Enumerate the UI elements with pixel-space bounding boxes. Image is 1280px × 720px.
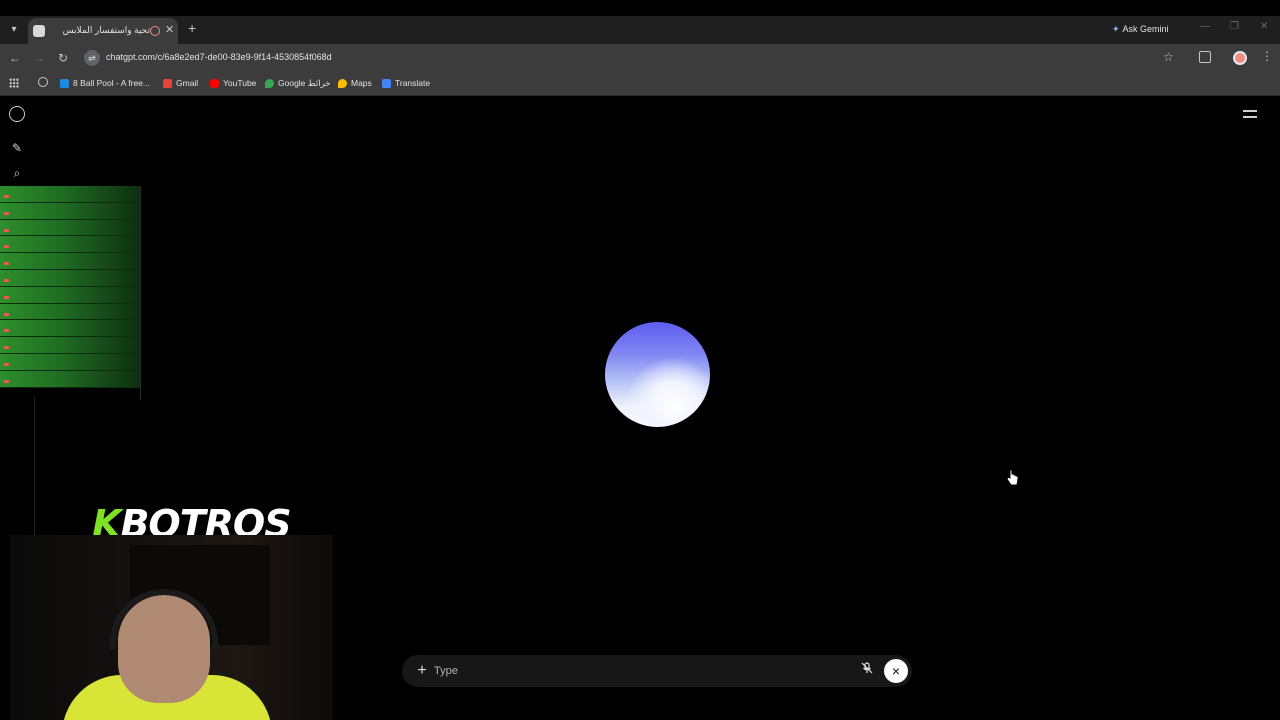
8ball-icon [60, 78, 69, 88]
sidebar-divider [34, 397, 35, 537]
tab-close-icon[interactable]: ✕ [165, 24, 174, 37]
list-item[interactable] [0, 186, 140, 203]
voice-orb [605, 322, 710, 427]
bookmark-google-maps-ar[interactable]: Google خرائط [265, 78, 331, 89]
gemini-sparkle-icon: ✦ [1112, 24, 1120, 34]
tab-recording-icon[interactable] [150, 26, 160, 36]
globe-icon [38, 77, 48, 87]
forward-icon[interactable]: → [31, 50, 47, 66]
list-item[interactable] [0, 269, 140, 287]
translate-icon [382, 78, 391, 88]
bookmark-8ball[interactable]: 8 Ball Pool - A free... [60, 78, 150, 88]
end-voice-button[interactable]: × [884, 659, 908, 683]
voice-composer: + × [402, 655, 912, 687]
list-item[interactable] [0, 219, 140, 237]
list-item[interactable] [0, 303, 140, 321]
all-bookmarks-icon[interactable] [38, 77, 52, 87]
bookmark-youtube[interactable]: YouTube [210, 78, 256, 88]
url-text[interactable]: chatgpt.com/c/6a8e2ed7-de00-83e9-9f14-45… [106, 52, 332, 62]
bookmark-label: Gmail [176, 78, 199, 88]
list-item[interactable] [0, 320, 140, 338]
tab-search-icon[interactable]: ▾ [6, 22, 22, 38]
chatgpt-logo-icon[interactable] [9, 106, 25, 122]
extensions-icon[interactable] [1199, 51, 1211, 63]
chatgpt-favicon-icon [33, 25, 45, 37]
message-input[interactable] [434, 661, 854, 681]
list-item[interactable] [0, 286, 140, 304]
ask-gemini-button[interactable]: ✦ Ask Gemini [1106, 21, 1175, 37]
browser-toolbar: ← → ↻ ⇌ chatgpt.com/c/6a8e2ed7-de00-83e9… [0, 44, 1280, 72]
screen-top-edge [0, 0, 1280, 16]
tab-title: تحية واستفسار الملابس [62, 25, 150, 35]
bookmark-gmail[interactable]: Gmail [163, 78, 198, 88]
gmail-icon [163, 78, 172, 88]
address-bar[interactable]: ⇌ chatgpt.com/c/6a8e2ed7-de00-83e9-9f14-… [80, 47, 1190, 69]
list-item[interactable] [0, 353, 140, 371]
site-info-icon[interactable]: ⇌ [84, 50, 100, 66]
hand-cursor-icon [1006, 469, 1019, 486]
restore-icon[interactable]: ❐ [1230, 21, 1239, 32]
bookmark-label: 8 Ball Pool - A free... [73, 78, 151, 88]
bookmark-star-icon[interactable]: ☆ [1163, 50, 1174, 64]
bookmark-label: Google خرائط [278, 78, 331, 88]
list-item[interactable] [0, 236, 140, 254]
ask-gemini-label: Ask Gemini [1122, 24, 1169, 34]
chat-history-list [0, 186, 141, 400]
bookmark-translate[interactable]: Translate [382, 78, 430, 88]
search-chats-icon[interactable]: ⌕ [9, 165, 25, 181]
apps-grid-icon[interactable] [9, 78, 19, 88]
mute-mic-icon[interactable] [858, 662, 876, 680]
bookmark-label: Maps [351, 78, 372, 88]
add-attachment-button[interactable]: + [412, 661, 432, 681]
list-item[interactable] [0, 253, 140, 270]
active-tab[interactable]: تحية واستفسار الملابس ✕ [28, 18, 178, 44]
back-icon[interactable]: ← [7, 50, 23, 66]
youtube-icon [210, 78, 219, 88]
maps-icon [338, 78, 347, 88]
minimize-icon[interactable]: — [1200, 21, 1210, 32]
profile-avatar[interactable] [1233, 51, 1247, 65]
bookmark-label: YouTube [223, 78, 257, 88]
window-close-icon[interactable]: ✕ [1260, 21, 1268, 32]
reload-icon[interactable]: ↻ [55, 50, 71, 66]
list-item[interactable] [0, 202, 140, 220]
bookmark-maps[interactable]: Maps [338, 78, 372, 88]
voice-settings-icon[interactable] [1243, 107, 1257, 121]
list-item[interactable] [0, 337, 140, 354]
list-item[interactable] [0, 370, 140, 388]
webcam-feed [10, 535, 333, 720]
browser-menu-icon[interactable]: ⋮ [1261, 49, 1273, 63]
new-chat-icon[interactable]: ✎ [9, 140, 25, 156]
new-tab-button[interactable]: + [188, 20, 196, 36]
maps-icon [265, 79, 274, 88]
bookmark-label: Translate [395, 78, 431, 88]
